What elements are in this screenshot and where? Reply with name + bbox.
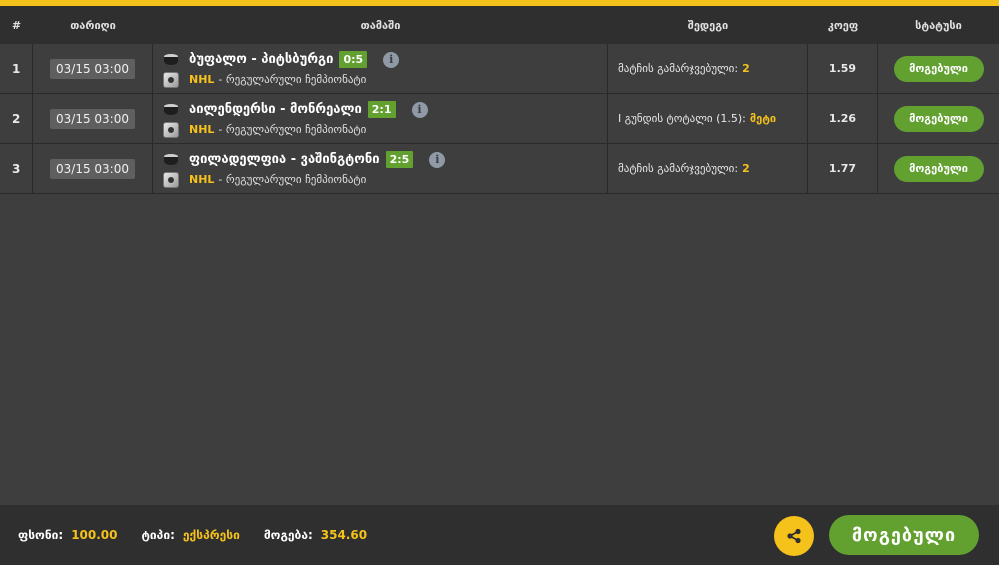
win-label: მოგება: (263, 528, 313, 542)
hockey-puck-icon (163, 103, 179, 116)
info-icon[interactable]: i (411, 101, 428, 118)
stake-summary: ფსონი: 100.00 (18, 528, 118, 542)
status-badge: მოგებული (893, 105, 984, 132)
type-summary: ტიპი: ექსპრესი (142, 528, 240, 542)
row-game-cell: აილენდერსი - მონრეალი 2:1 i NHL - რეგულა… (153, 94, 608, 143)
row-game-cell: ბუფალო - პიტსბურგი 0:5 i NHL - რეგულარულ… (153, 44, 608, 93)
row-outcome-cell: მატჩის გამარჯვებული: 2 (608, 44, 808, 93)
share-icon (787, 528, 801, 544)
championship-name: - რეგულარული ჩემპიონატი (218, 73, 367, 86)
game-league-line: NHL - რეგულარული ჩემპიონატი (163, 121, 367, 138)
hockey-puck-icon (163, 153, 179, 166)
row-number: 3 (0, 144, 33, 193)
row-status-cell: მოგებული (878, 94, 999, 143)
row-date: 03/15 03:00 (50, 108, 135, 129)
header-coef: კოეფ (827, 18, 859, 32)
header-outcome: შედეგი (687, 18, 729, 32)
row-status-cell: მოგებული (878, 144, 999, 193)
bet-summary-footer: ფსონი: 100.00 ტიპი: ექსპრესი მოგება: 354… (0, 505, 999, 565)
row-date-cell: 03/15 03:00 (33, 44, 153, 93)
nhl-logo-icon (163, 121, 179, 138)
row-date: 03/15 03:00 (50, 58, 135, 79)
match-teams[interactable]: აილენდერსი - მონრეალი (189, 102, 362, 117)
league-name: NHL (189, 173, 215, 186)
match-score: 0:5 (339, 51, 368, 68)
league-name: NHL (189, 123, 215, 136)
row-date-cell: 03/15 03:00 (33, 94, 153, 143)
row-coef: 1.26 (808, 94, 878, 143)
header-num: # (11, 18, 22, 32)
nhl-logo-icon (163, 171, 179, 188)
game-title-line: ფილადელფია - ვაშინგტონი 2:5 i (163, 150, 446, 170)
share-button[interactable] (774, 516, 814, 556)
row-outcome-cell: I გუნდის ტოტალი (1.5): მეტი (608, 94, 808, 143)
row-number: 2 (0, 94, 33, 143)
info-icon[interactable]: i (429, 151, 446, 168)
outcome-value: მეტი (749, 112, 777, 125)
game-league-line: NHL - რეგულარული ჩემპიონატი (163, 171, 367, 188)
outcome-label: მატჩის გამარჯვებული: (618, 162, 739, 175)
row-outcome-cell: მატჩის გამარჯვებული: 2 (608, 144, 808, 193)
header-status: სტატუსი (915, 18, 962, 32)
outcome-value: 2 (742, 62, 750, 75)
row-date: 03/15 03:00 (50, 158, 135, 179)
match-score: 2:1 (367, 101, 396, 118)
match-score: 2:5 (385, 151, 414, 168)
championship-name: - რეგულარული ჩემპიონატი (218, 173, 367, 186)
row-date-cell: 03/15 03:00 (33, 144, 153, 193)
win-value: 354.60 (320, 528, 368, 542)
row-coef: 1.59 (808, 44, 878, 93)
row-coef: 1.77 (808, 144, 878, 193)
row-number: 1 (0, 44, 33, 93)
nhl-logo-icon (163, 71, 179, 88)
game-title-line: ბუფალო - პიტსბურგი 0:5 i (163, 50, 400, 70)
outcome-value: 2 (742, 162, 750, 175)
header-game: თამაში (360, 18, 401, 32)
table-row: 2 03/15 03:00 აილენდერსი - მონრეალი 2:1 … (0, 94, 999, 144)
match-teams[interactable]: ფილადელფია - ვაშინგტონი (189, 152, 380, 167)
table-header: # თარიღი თამაში შედეგი კოეფ სტატუსი (0, 6, 999, 44)
hockey-puck-icon (163, 53, 179, 66)
game-title-line: აილენდერსი - მონრეალი 2:1 i (163, 100, 428, 120)
outcome-label: მატჩის გამარჯვებული: (618, 62, 739, 75)
outcome-label: I გუნდის ტოტალი (1.5): (618, 112, 746, 125)
stake-label: ფსონი: (18, 528, 64, 542)
bet-rows: 1 03/15 03:00 ბუფალო - პიტსბურგი 0:5 i N… (0, 44, 999, 194)
stake-value: 100.00 (71, 528, 118, 542)
championship-name: - რეგულარული ჩემპიონატი (218, 123, 367, 136)
status-badge: მოგებული (893, 55, 984, 82)
info-icon[interactable]: i (383, 51, 400, 68)
type-label: ტიპი: (141, 528, 175, 542)
match-teams[interactable]: ბუფალო - პიტსბურგი (189, 52, 333, 67)
row-status-cell: მოგებული (878, 44, 999, 93)
table-row: 1 03/15 03:00 ბუფალო - პიტსბურგი 0:5 i N… (0, 44, 999, 94)
row-game-cell: ფილადელფია - ვაშინგტონი 2:5 i NHL - რეგუ… (153, 144, 608, 193)
header-date: თარიღი (70, 18, 116, 32)
table-row: 3 03/15 03:00 ფილადელფია - ვაშინგტონი 2:… (0, 144, 999, 194)
game-league-line: NHL - რეგულარული ჩემპიონატი (163, 71, 367, 88)
league-name: NHL (189, 73, 215, 86)
status-badge: მოგებული (893, 155, 984, 182)
overall-status-badge: მოგებული (829, 515, 979, 555)
win-summary: მოგება: 354.60 (264, 528, 367, 542)
type-value: ექსპრესი (182, 528, 240, 542)
